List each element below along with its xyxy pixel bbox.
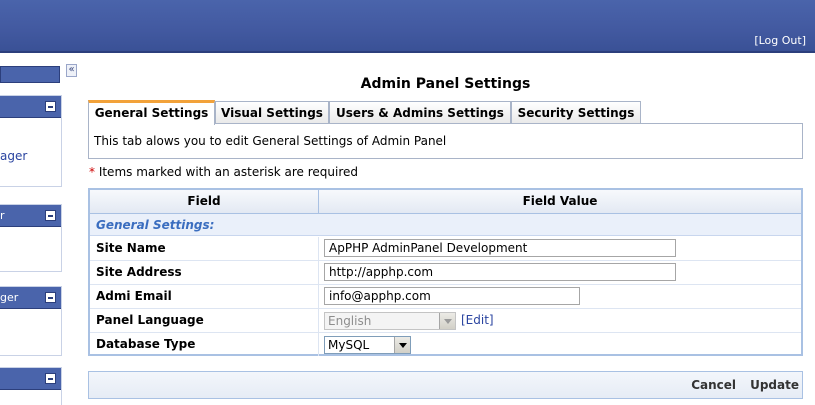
minimize-icon[interactable] bbox=[45, 210, 56, 221]
field-label-database-type: Database Type bbox=[90, 333, 319, 356]
section-title: General Settings: bbox=[96, 218, 215, 232]
tab-visual-settings[interactable]: Visual Settings bbox=[215, 101, 329, 124]
chevron-down-icon bbox=[394, 337, 410, 353]
chevron-down-icon bbox=[439, 313, 455, 329]
tab-general-settings[interactable]: General Settings bbox=[88, 100, 215, 125]
site-address-input[interactable] bbox=[324, 263, 676, 281]
minimize-icon[interactable] bbox=[45, 373, 56, 384]
sidebar-panel-header: r bbox=[0, 205, 61, 227]
table-row: Site Name bbox=[90, 237, 801, 261]
table-row: Database Type MySQL bbox=[90, 333, 801, 357]
logout-link[interactable]: [Log Out] bbox=[754, 34, 806, 47]
site-name-input[interactable] bbox=[324, 239, 676, 257]
required-note: * Items marked with an asterisk are requ… bbox=[89, 165, 358, 179]
panel-language-select[interactable]: English bbox=[324, 312, 456, 330]
tab-description: This tab alows you to edit General Setti… bbox=[94, 134, 447, 148]
sidebar-link-manager[interactable]: ager bbox=[0, 149, 27, 163]
minimize-icon[interactable] bbox=[45, 292, 56, 303]
cancel-button[interactable]: Cancel bbox=[691, 378, 736, 392]
sidebar-panel-1: ager bbox=[0, 95, 62, 187]
sidebar-panel-3: ger bbox=[0, 286, 62, 356]
tab-users-admins-settings[interactable]: Users & Admins Settings bbox=[329, 101, 511, 124]
settings-table: Field Field Value General Settings: Site… bbox=[88, 188, 803, 356]
edit-language-link[interactable]: [Edit] bbox=[461, 313, 494, 327]
field-label-admin-email: Admi Email bbox=[90, 285, 319, 308]
sidebar-panel-header bbox=[0, 368, 61, 390]
sidebar-panel-header bbox=[0, 96, 61, 118]
minimize-icon[interactable] bbox=[45, 101, 56, 112]
table-row: Site Address bbox=[90, 261, 801, 285]
page-title: Admin Panel Settings bbox=[360, 76, 531, 92]
column-header-field-value: Field Value bbox=[522, 194, 598, 208]
field-label-panel-language: Panel Language bbox=[90, 309, 319, 332]
tab-description-panel: This tab alows you to edit General Setti… bbox=[88, 123, 803, 159]
table-header: Field Field Value bbox=[90, 190, 801, 214]
column-header-field: Field bbox=[90, 190, 319, 213]
top-header-bar: [Log Out] bbox=[0, 0, 815, 53]
update-button[interactable]: Update bbox=[750, 378, 799, 392]
tab-security-settings[interactable]: Security Settings bbox=[511, 101, 641, 124]
section-row: General Settings: bbox=[90, 214, 801, 236]
sidebar-search-box[interactable] bbox=[0, 66, 60, 83]
database-type-select[interactable]: MySQL bbox=[324, 336, 411, 354]
required-note-text: Items marked with an asterisk are requir… bbox=[95, 165, 359, 179]
sidebar-panel-4 bbox=[0, 367, 62, 405]
form-actions-bar: Cancel Update bbox=[88, 371, 803, 399]
collapse-sidebar-icon[interactable]: « bbox=[66, 64, 77, 77]
field-label-site-name: Site Name bbox=[90, 237, 319, 260]
admin-email-input[interactable] bbox=[324, 287, 580, 305]
sidebar-panel-2: r bbox=[0, 204, 62, 272]
table-row: Admi Email bbox=[90, 285, 801, 309]
field-label-site-address: Site Address bbox=[90, 261, 319, 284]
table-row: Panel Language English [Edit] bbox=[90, 309, 801, 333]
sidebar-panel-header: ger bbox=[0, 287, 61, 309]
